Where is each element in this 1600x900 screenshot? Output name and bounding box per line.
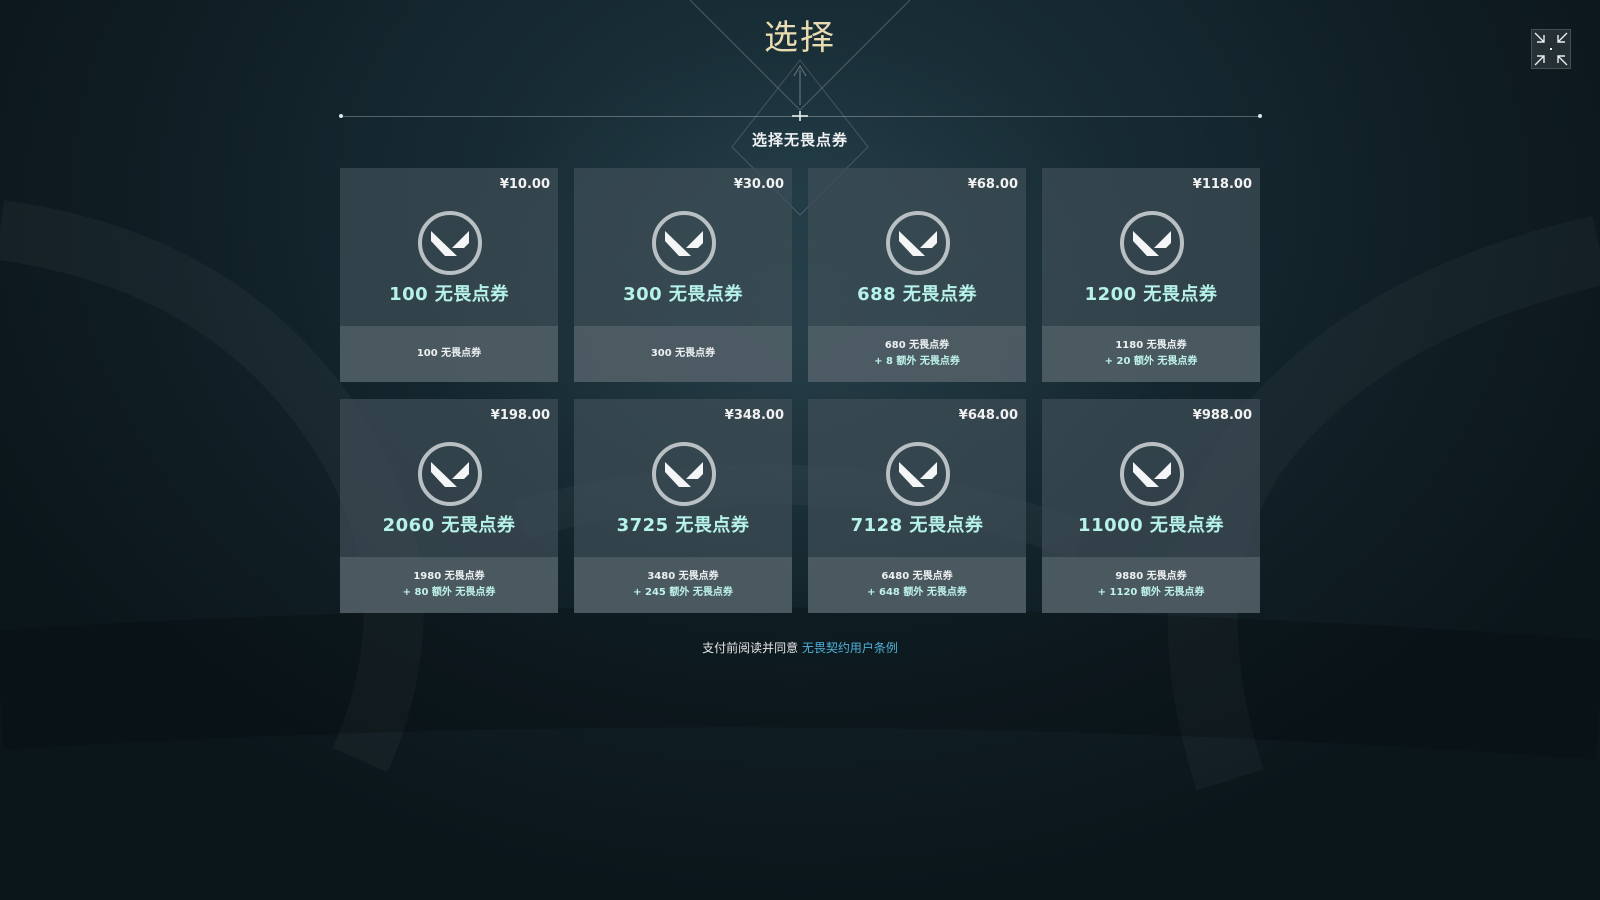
offer-breakdown: 100 无畏点券 bbox=[340, 326, 558, 382]
offer-base-amount: 3480 无畏点券 bbox=[647, 571, 719, 582]
valorant-logo-icon bbox=[652, 211, 716, 275]
offer-base-amount: 6480 无畏点券 bbox=[881, 571, 953, 582]
offer-bonus-amount: + 20 额外 无畏点券 bbox=[1104, 356, 1198, 367]
valorant-logo-icon bbox=[652, 442, 716, 506]
offer-card-top: ¥118.00 1200 无畏点券 bbox=[1042, 168, 1260, 326]
valorant-logo-icon bbox=[886, 211, 950, 275]
offer-amount: 7128 无畏点券 bbox=[850, 515, 984, 536]
offer-base-amount: 300 无畏点券 bbox=[650, 348, 716, 359]
offer-price: ¥10.00 bbox=[499, 177, 550, 192]
offer-base-amount: 680 无畏点券 bbox=[884, 340, 950, 351]
offer-amount: 688 无畏点券 bbox=[857, 284, 977, 305]
offer-amount: 1200 无畏点券 bbox=[1084, 284, 1218, 305]
offer-card-top: ¥10.00 100 无畏点券 bbox=[340, 168, 558, 326]
offer-breakdown: 1180 无畏点券 + 20 额外 无畏点券 bbox=[1042, 326, 1260, 382]
offer-breakdown: 1980 无畏点券 + 80 额外 无畏点券 bbox=[340, 557, 558, 613]
offer-card-top: ¥988.00 11000 无畏点券 bbox=[1042, 399, 1260, 557]
offer-base-amount: 100 无畏点券 bbox=[416, 348, 482, 359]
offer-grid: ¥10.00 100 无畏点券 100 无畏点券 ¥30.00 300 无畏点券… bbox=[340, 168, 1260, 613]
offer-amount: 300 无畏点券 bbox=[623, 284, 743, 305]
offer-base-amount: 1980 无畏点券 bbox=[413, 571, 485, 582]
valorant-logo-icon bbox=[1120, 211, 1184, 275]
terms-notice: 支付前阅读并同意 无畏契约用户条例 bbox=[0, 639, 1600, 656]
offer-card[interactable]: ¥118.00 1200 无畏点券 1180 无畏点券 + 20 额外 无畏点券 bbox=[1042, 168, 1260, 382]
offer-breakdown: 300 无畏点券 bbox=[574, 326, 792, 382]
offer-bonus-amount: + 245 额外 无畏点券 bbox=[633, 587, 733, 598]
terms-link[interactable]: 无畏契约用户条例 bbox=[802, 641, 898, 655]
offer-amount: 100 无畏点券 bbox=[389, 284, 509, 305]
collapse-fullscreen-button[interactable] bbox=[1531, 29, 1571, 69]
offer-price: ¥988.00 bbox=[1192, 408, 1252, 423]
offer-price: ¥30.00 bbox=[733, 177, 784, 192]
terms-prefix: 支付前阅读并同意 bbox=[702, 641, 799, 655]
offer-card-top: ¥198.00 2060 无畏点券 bbox=[340, 399, 558, 557]
offer-card[interactable]: ¥988.00 11000 无畏点券 9880 无畏点券 + 1120 额外 无… bbox=[1042, 399, 1260, 613]
valorant-logo-icon bbox=[418, 442, 482, 506]
offer-card[interactable]: ¥198.00 2060 无畏点券 1980 无畏点券 + 80 额外 无畏点券 bbox=[340, 399, 558, 613]
offer-price: ¥68.00 bbox=[967, 177, 1018, 192]
offer-price: ¥648.00 bbox=[958, 408, 1018, 423]
offer-breakdown: 9880 无畏点券 + 1120 额外 无畏点券 bbox=[1042, 557, 1260, 613]
divider-dot-left bbox=[339, 114, 343, 118]
offer-price: ¥198.00 bbox=[490, 408, 550, 423]
divider-center-icon bbox=[792, 111, 808, 121]
offer-breakdown: 6480 无畏点券 + 648 额外 无畏点券 bbox=[808, 557, 1026, 613]
page-title: 选择 bbox=[764, 18, 836, 58]
offer-card[interactable]: ¥348.00 3725 无畏点券 3480 无畏点券 + 245 额外 无畏点… bbox=[574, 399, 792, 613]
valorant-logo-icon bbox=[886, 442, 950, 506]
offer-card-top: ¥648.00 7128 无畏点券 bbox=[808, 399, 1026, 557]
offer-base-amount: 9880 无畏点券 bbox=[1115, 571, 1187, 582]
valorant-logo-icon bbox=[418, 211, 482, 275]
offer-bonus-amount: + 1120 额外 无畏点券 bbox=[1097, 587, 1205, 598]
offer-card[interactable]: ¥10.00 100 无畏点券 100 无畏点券 bbox=[340, 168, 558, 382]
offer-bonus-amount: + 80 额外 无畏点券 bbox=[402, 587, 496, 598]
collapse-fullscreen-icon bbox=[1534, 32, 1568, 66]
divider-dot-right bbox=[1258, 114, 1262, 118]
offer-breakdown: 3480 无畏点券 + 245 额外 无畏点券 bbox=[574, 557, 792, 613]
offer-price: ¥118.00 bbox=[1192, 177, 1252, 192]
offer-card[interactable]: ¥30.00 300 无畏点券 300 无畏点券 bbox=[574, 168, 792, 382]
offer-amount: 11000 无畏点券 bbox=[1078, 515, 1224, 536]
offer-base-amount: 1180 无畏点券 bbox=[1115, 340, 1187, 351]
section-subtitle: 选择无畏点券 bbox=[751, 131, 848, 149]
offer-bonus-amount: + 648 额外 无畏点券 bbox=[867, 587, 967, 598]
offer-card-top: ¥348.00 3725 无畏点券 bbox=[574, 399, 792, 557]
valorant-logo-icon bbox=[1120, 442, 1184, 506]
offer-amount: 3725 无畏点券 bbox=[616, 515, 750, 536]
offer-breakdown: 680 无畏点券 + 8 额外 无畏点券 bbox=[808, 326, 1026, 382]
offer-card[interactable]: ¥648.00 7128 无畏点券 6480 无畏点券 + 648 额外 无畏点… bbox=[808, 399, 1026, 613]
offer-card-top: ¥68.00 688 无畏点券 bbox=[808, 168, 1026, 326]
offer-amount: 2060 无畏点券 bbox=[382, 515, 516, 536]
offer-price: ¥348.00 bbox=[724, 408, 784, 423]
offer-bonus-amount: + 8 额外 无畏点券 bbox=[874, 356, 960, 367]
offer-card[interactable]: ¥68.00 688 无畏点券 680 无畏点券 + 8 额外 无畏点券 bbox=[808, 168, 1026, 382]
offer-card-top: ¥30.00 300 无畏点券 bbox=[574, 168, 792, 326]
